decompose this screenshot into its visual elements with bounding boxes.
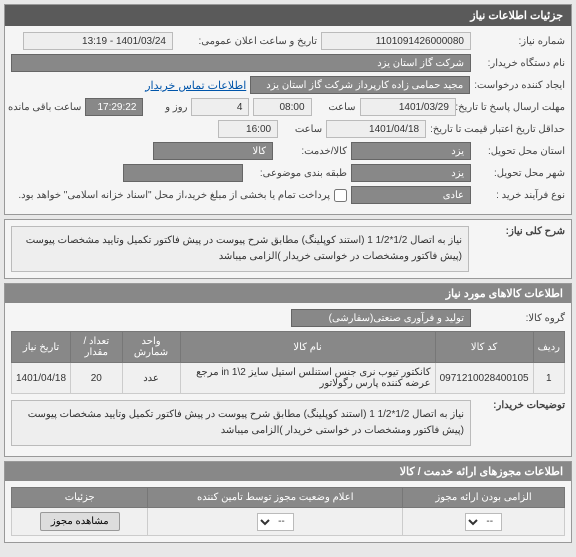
city-important-label: طبقه بندی موضوعی: bbox=[247, 168, 347, 179]
items-table: ردیف کد کالا نام کالا واحد شمارش تعداد /… bbox=[11, 331, 565, 394]
table-row: 1 0971210028400105 کانکتور تیوب نری جنس … bbox=[12, 363, 565, 394]
min-validity-label: حداقل تاریخ اعتبار قیمت تا تاریخ: bbox=[430, 124, 565, 135]
cell-code: 0971210028400105 bbox=[435, 363, 533, 394]
payment-note: پرداخت تمام یا بخشی از مبلغ خرید،از محل … bbox=[11, 190, 330, 201]
min-validity-time-field: 16:00 bbox=[218, 120, 278, 138]
deadline-time-field: 08:00 bbox=[253, 98, 311, 116]
need-details-panel: جزئیات اطلاعات نیاز شماره نیاز: 11010914… bbox=[4, 4, 572, 215]
deadline-label: مهلت ارسال پاسخ تا تاریخ: bbox=[460, 102, 565, 113]
table-row: -- -- مشاهده مجوز bbox=[12, 508, 565, 536]
status-select[interactable]: -- bbox=[257, 513, 294, 531]
delivery-place-field: یزد bbox=[351, 142, 471, 160]
item-type-field: کالا bbox=[153, 142, 273, 160]
requester-field: مجید حمامی زاده کارپرداز شرکت گاز استان … bbox=[250, 76, 470, 94]
need-number-label: شماره نیاز: bbox=[475, 36, 565, 47]
city-important-field bbox=[123, 164, 243, 182]
permits-table: الزامی بودن ارائه مجوز اعلام وضعیت مجوز … bbox=[11, 487, 565, 536]
cell-name: کانکتور تیوب نری جنس استنلس استیل سایز 2… bbox=[180, 363, 435, 394]
buyer-notes-text: نیاز به اتصال 1/2*1/2 1 (استند کوپلینگ) … bbox=[11, 400, 471, 446]
buy-process-label: نوع فرآیند خرید : bbox=[475, 190, 565, 201]
th-details: جزئیات bbox=[12, 488, 148, 508]
min-validity-date-field: 1401/04/18 bbox=[326, 120, 426, 138]
desc-label: شرح کلی نیاز: bbox=[475, 226, 565, 237]
delivery-place-label: استان محل تحویل: bbox=[475, 146, 565, 157]
requester-label: ایجاد کننده درخواست: bbox=[474, 80, 565, 91]
days-label: روز و bbox=[147, 102, 187, 113]
th-status: اعلام وضعیت مجوز توسط تامین کننده bbox=[148, 488, 403, 508]
group-field: تولید و فرآوری صنعتی(سفارشی) bbox=[291, 309, 471, 327]
time-label-1: ساعت bbox=[316, 102, 356, 113]
remaining-label: ساعت باقی مانده bbox=[11, 102, 81, 113]
cell-unit: عدد bbox=[122, 363, 180, 394]
cell-date: 1401/04/18 bbox=[12, 363, 71, 394]
cell-details: مشاهده مجوز bbox=[12, 508, 148, 536]
panel-body-need: شماره نیاز: 1101091426000080 تاریخ و ساع… bbox=[5, 26, 571, 214]
th-mandatory: الزامی بودن ارائه مجوز bbox=[403, 488, 565, 508]
cell-idx: 1 bbox=[533, 363, 564, 394]
permits-panel: اطلاعات مجوزهای ارائه خدمت / کالا الزامی… bbox=[4, 461, 572, 543]
remaining-time-field: 17:29:22 bbox=[85, 98, 143, 116]
buyer-notes-label: توضیحات خریدار: bbox=[475, 400, 565, 411]
th-code: کد کالا bbox=[435, 332, 533, 363]
panel-header-need: جزئیات اطلاعات نیاز bbox=[5, 5, 571, 26]
th-unit: واحد شمارش bbox=[122, 332, 180, 363]
days-field: 4 bbox=[191, 98, 249, 116]
buyer-label: نام دستگاه خریدار: bbox=[475, 58, 565, 69]
items-header: اطلاعات کالاهای مورد نیاز bbox=[5, 284, 571, 303]
time-label-2: ساعت bbox=[282, 124, 322, 135]
item-type-label: کالا/خدمت: bbox=[277, 146, 347, 157]
buy-process-field: عادی bbox=[351, 186, 471, 204]
announce-field: 1401/03/24 - 13:19 bbox=[23, 32, 173, 50]
th-row: ردیف bbox=[533, 332, 564, 363]
cell-status: -- bbox=[148, 508, 403, 536]
desc-panel: شرح کلی نیاز: نیاز به اتصال 1/2*1/2 1 (ا… bbox=[4, 219, 572, 279]
cell-qty: 20 bbox=[71, 363, 122, 394]
mandatory-select[interactable]: -- bbox=[465, 513, 502, 531]
view-permit-button[interactable]: مشاهده مجوز bbox=[40, 512, 120, 531]
announce-label: تاریخ و ساعت اعلان عمومی: bbox=[177, 36, 317, 47]
deadline-date-field: 1401/03/29 bbox=[360, 98, 456, 116]
th-date: تاریخ نیاز bbox=[12, 332, 71, 363]
th-qty: تعداد / مقدار bbox=[71, 332, 122, 363]
desc-text: نیاز به اتصال 1/2*1/2 1 (استند کوپلینگ) … bbox=[11, 226, 469, 272]
contact-link[interactable]: اطلاعات تماس خریدار bbox=[145, 79, 246, 92]
th-name: نام کالا bbox=[180, 332, 435, 363]
permits-header: اطلاعات مجوزهای ارائه خدمت / کالا bbox=[5, 462, 571, 481]
items-panel: اطلاعات کالاهای مورد نیاز گروه کالا: تول… bbox=[4, 283, 572, 457]
payment-checkbox[interactable] bbox=[334, 189, 347, 202]
cell-mandatory: -- bbox=[403, 508, 565, 536]
group-label: گروه کالا: bbox=[475, 313, 565, 324]
buyer-field: شرکت گاز استان یزد bbox=[11, 54, 471, 72]
delivery-city-label: شهر محل تحویل: bbox=[475, 168, 565, 179]
need-number-field: 1101091426000080 bbox=[321, 32, 471, 50]
delivery-city-field: یزد bbox=[351, 164, 471, 182]
